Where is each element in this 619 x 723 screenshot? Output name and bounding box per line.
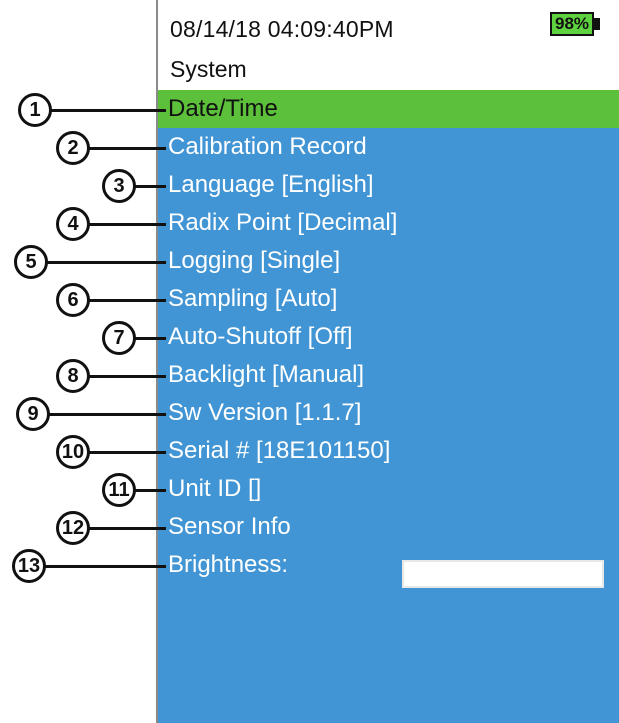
brightness-slider[interactable] — [402, 560, 604, 588]
device-screen: 08/14/18 04:09:40PM 98% System Date/Time… — [156, 0, 619, 723]
menu-item-sampling[interactable]: Sampling [Auto] — [158, 280, 619, 318]
callout-line — [88, 223, 166, 226]
callout-line — [134, 489, 166, 492]
screen-title: System — [170, 56, 247, 82]
callout-line — [48, 413, 166, 416]
menu-item-date-time[interactable]: Date/Time — [158, 90, 619, 128]
callout-line — [44, 565, 166, 568]
callout-line — [88, 375, 166, 378]
menu-item-sw-version[interactable]: Sw Version [1.1.7] — [158, 394, 619, 432]
system-menu: Date/Time Calibration Record Language [E… — [158, 90, 619, 723]
datetime-display: 08/14/18 04:09:40PM — [170, 16, 394, 42]
callout-line — [88, 527, 166, 530]
menu-item-logging[interactable]: Logging [Single] — [158, 242, 619, 280]
callout-marker: 4 — [56, 207, 90, 241]
callout-marker: 1 — [18, 93, 52, 127]
callout-line — [88, 451, 166, 454]
callout-line — [134, 185, 166, 188]
callout-marker: 3 — [102, 169, 136, 203]
menu-item-language[interactable]: Language [English] — [158, 166, 619, 204]
callout-marker: 5 — [14, 245, 48, 279]
callout-marker: 9 — [16, 397, 50, 431]
menu-item-auto-shutoff[interactable]: Auto-Shutoff [Off] — [158, 318, 619, 356]
callout-line — [88, 147, 166, 150]
menu-item-unit-id[interactable]: Unit ID [] — [158, 470, 619, 508]
menu-item-sensor-info[interactable]: Sensor Info — [158, 508, 619, 546]
callout-line — [46, 261, 166, 264]
callout-marker: 10 — [56, 435, 90, 469]
menu-item-backlight[interactable]: Backlight [Manual] — [158, 356, 619, 394]
menu-item-serial-number[interactable]: Serial # [18E101150] — [158, 432, 619, 470]
callout-marker: 6 — [56, 283, 90, 317]
callout-line — [88, 299, 166, 302]
callout-marker: 7 — [102, 321, 136, 355]
callout-marker: 11 — [102, 473, 136, 507]
callout-marker: 12 — [56, 511, 90, 545]
battery-icon: 98% — [550, 12, 594, 36]
callout-marker: 13 — [12, 549, 46, 583]
menu-item-calibration-record[interactable]: Calibration Record — [158, 128, 619, 166]
menu-item-radix-point[interactable]: Radix Point [Decimal] — [158, 204, 619, 242]
callout-line — [50, 109, 166, 112]
callout-annotations: 1 2 3 4 5 6 7 8 9 10 11 12 13 — [0, 0, 170, 723]
callout-marker: 8 — [56, 359, 90, 393]
status-bar: 08/14/18 04:09:40PM 98% — [158, 0, 619, 46]
callout-line — [134, 337, 166, 340]
callout-marker: 2 — [56, 131, 90, 165]
battery-tip-icon — [594, 18, 600, 30]
